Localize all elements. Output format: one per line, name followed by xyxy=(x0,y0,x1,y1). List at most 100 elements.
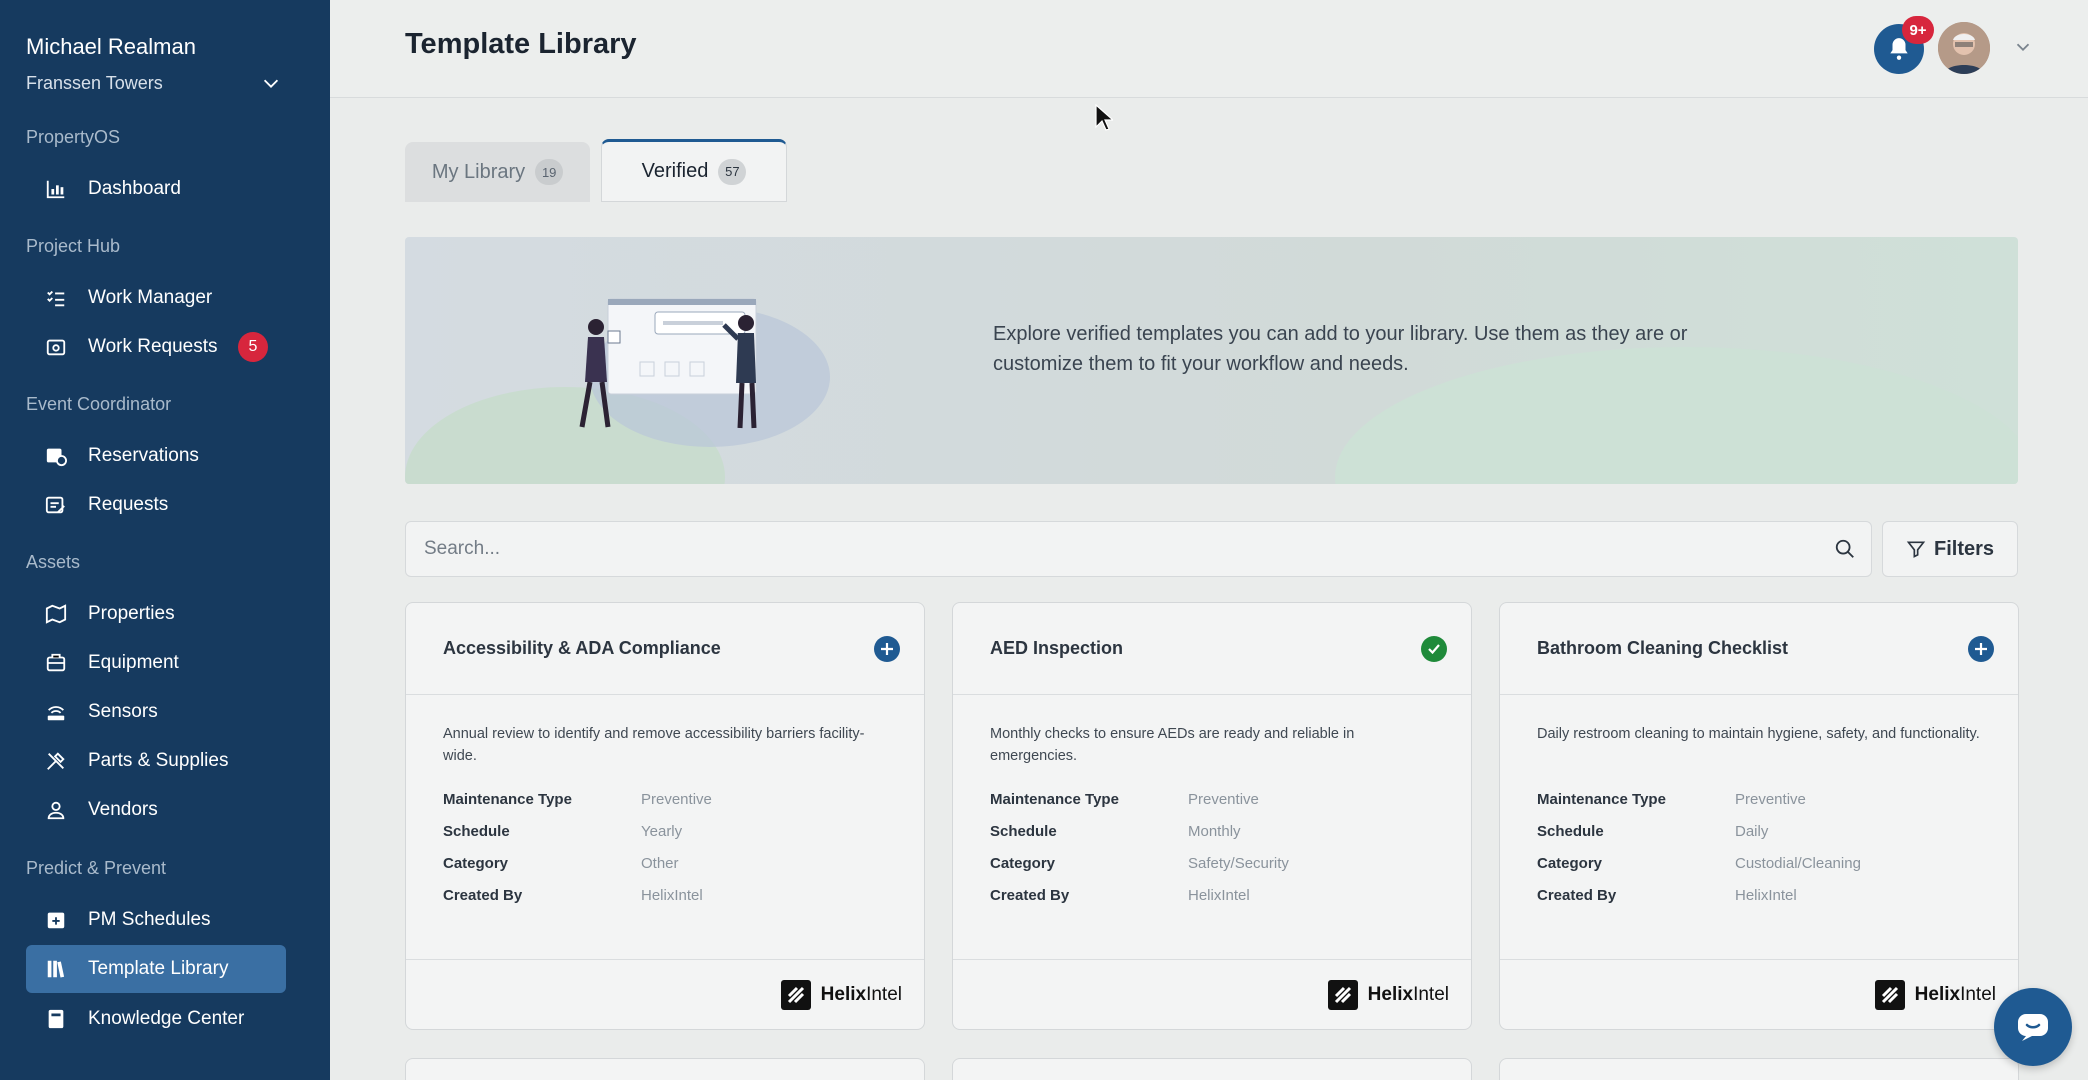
brand-name: HelixIntel xyxy=(1367,983,1449,1005)
detail-value: HelixIntel xyxy=(1188,886,1250,904)
property-switcher[interactable]: Franssen Towers xyxy=(26,72,282,94)
detail-row: Created By HelixIntel xyxy=(990,879,1434,911)
add-template-button[interactable] xyxy=(874,636,900,662)
chevron-down-icon[interactable] xyxy=(2012,36,2034,58)
search-input[interactable] xyxy=(424,522,1804,576)
filters-label: Filters xyxy=(1933,537,1995,560)
detail-label: Created By xyxy=(990,886,1070,904)
template-card[interactable]: AED Inspection Monthly checks to ensure … xyxy=(952,602,1472,1030)
detail-value: Daily xyxy=(1735,822,1769,840)
template-card-partial[interactable] xyxy=(1499,1058,2019,1080)
sidebar-item-template-library[interactable]: Template Library xyxy=(26,945,286,993)
card-header: AED Inspection xyxy=(953,603,1471,695)
card-description: Annual review to identify and remove acc… xyxy=(443,726,865,764)
sidebar-item-knowledge-center[interactable]: Knowledge Center xyxy=(26,995,286,1043)
filters-button[interactable]: Filters xyxy=(1882,521,2018,577)
detail-row: Category Custodial/Cleaning xyxy=(1537,847,1981,879)
sidebar-item-label: Properties xyxy=(88,603,175,624)
card-footer: HelixIntel xyxy=(406,959,924,1029)
sidebar-item-reservations[interactable]: Reservations xyxy=(26,432,286,480)
sidebar-item-label: PM Schedules xyxy=(88,909,211,930)
card-header: Bathroom Cleaning Checklist xyxy=(1500,603,2018,695)
template-card-partial[interactable] xyxy=(405,1058,925,1080)
sidebar-item-sensors[interactable]: Sensors xyxy=(26,688,286,736)
search-box xyxy=(405,521,1872,577)
sidebar-item-label: Parts & Supplies xyxy=(88,750,229,771)
add-template-button[interactable] xyxy=(1968,636,1994,662)
template-card[interactable]: Bathroom Cleaning Checklist Daily restro… xyxy=(1499,602,2019,1030)
card-details: Maintenance Type Preventive Schedule Month… xyxy=(953,783,1471,911)
detail-label: Category xyxy=(1537,854,1603,872)
detail-row: Maintenance Type Preventive xyxy=(443,783,887,815)
detail-label: Category xyxy=(990,854,1056,872)
checklist-icon xyxy=(44,286,68,310)
tab-count: 19 xyxy=(535,159,564,185)
chart-icon xyxy=(44,177,68,201)
detail-value: Preventive xyxy=(1735,790,1806,808)
brand-logo-icon xyxy=(1327,979,1358,1010)
detail-value: Custodial/Cleaning xyxy=(1735,854,1861,872)
detail-value: Yearly xyxy=(641,822,683,840)
card-title: Bathroom Cleaning Checklist xyxy=(1537,638,1789,658)
calendar-edit-icon xyxy=(44,493,68,517)
template-card-partial[interactable] xyxy=(952,1058,1472,1080)
card-details: Maintenance Type Preventive Schedule Daily… xyxy=(1500,783,2018,911)
section-project-hub: Project Hub xyxy=(26,236,121,256)
tab-verified[interactable]: Verified 57 xyxy=(601,139,787,202)
detail-label: Maintenance Type xyxy=(990,790,1119,808)
chat-bubble-icon xyxy=(2018,1014,2048,1041)
sidebar-item-requests[interactable]: Requests xyxy=(26,481,286,529)
section-predict-prevent: Predict & Prevent xyxy=(26,858,167,878)
card-title: Accessibility & ADA Compliance xyxy=(443,638,721,658)
property-name: Franssen Towers xyxy=(26,72,163,93)
sidebar-item-label: Knowledge Center xyxy=(88,1008,245,1029)
chat-button[interactable] xyxy=(1994,988,2072,1066)
info-banner: Explore verified templates you can add t… xyxy=(405,237,2018,484)
detail-label: Created By xyxy=(443,886,523,904)
sidebar: Michael Realman Franssen Towers Property… xyxy=(0,0,330,1080)
card-header: Accessibility & ADA Compliance xyxy=(406,603,924,695)
avatar[interactable] xyxy=(1938,22,1990,74)
detail-value: Safety/Security xyxy=(1188,854,1289,872)
sidebar-item-label: Template Library xyxy=(88,958,229,979)
sidebar-item-label: Work Requests xyxy=(88,336,218,357)
work-requests-badge: 5 xyxy=(238,332,268,362)
sidebar-item-properties[interactable]: Properties xyxy=(26,590,286,638)
detail-value: Preventive xyxy=(641,790,712,808)
detail-row: Maintenance Type Preventive xyxy=(990,783,1434,815)
detail-row: Created By HelixIntel xyxy=(1537,879,1981,911)
sidebar-item-vendors[interactable]: Vendors xyxy=(26,786,286,834)
map-icon xyxy=(44,602,68,626)
card-details: Maintenance Type Preventive Schedule Yearl… xyxy=(406,783,924,911)
banner-text: Explore verified templates you can add t… xyxy=(993,323,1688,375)
search-icon[interactable] xyxy=(1834,538,1856,560)
tab-label: My Library xyxy=(431,160,526,183)
section-event-coordinator: Event Coordinator xyxy=(26,394,172,414)
sidebar-item-label: Work Manager xyxy=(88,287,213,308)
tab-my-library[interactable]: My Library 19 xyxy=(405,142,590,202)
detail-row: Schedule Yearly xyxy=(443,815,887,847)
detail-label: Category xyxy=(443,854,509,872)
card-title: AED Inspection xyxy=(990,638,1124,658)
inbox-icon xyxy=(44,335,68,359)
sidebar-item-label: Requests xyxy=(88,494,169,515)
detail-row: Category Other xyxy=(443,847,887,879)
added-check-button[interactable] xyxy=(1421,636,1447,662)
calendar-plus-icon xyxy=(44,908,68,932)
sidebar-item-dashboard[interactable]: Dashboard xyxy=(26,165,286,213)
section-propertyos: PropertyOS xyxy=(26,127,121,147)
detail-value: Monthly xyxy=(1188,822,1241,840)
sidebar-item-pm-schedules[interactable]: PM Schedules xyxy=(26,896,286,944)
template-card[interactable]: Accessibility & ADA Compliance Annual re… xyxy=(405,602,925,1030)
sidebar-item-parts-supplies[interactable]: Parts & Supplies xyxy=(26,737,286,785)
sidebar-item-work-requests[interactable]: Work Requests 5 xyxy=(26,323,286,371)
sidebar-item-label: Sensors xyxy=(88,701,158,722)
check-icon xyxy=(1428,644,1440,655)
detail-row: Schedule Daily xyxy=(1537,815,1981,847)
brand-logo-icon xyxy=(780,979,811,1010)
sidebar-item-equipment[interactable]: Equipment xyxy=(26,639,286,687)
detail-row: Created By HelixIntel xyxy=(443,879,887,911)
detail-row: Maintenance Type Preventive xyxy=(1537,783,1981,815)
detail-label: Schedule xyxy=(1537,822,1604,840)
sidebar-item-work-manager[interactable]: Work Manager xyxy=(26,274,286,322)
